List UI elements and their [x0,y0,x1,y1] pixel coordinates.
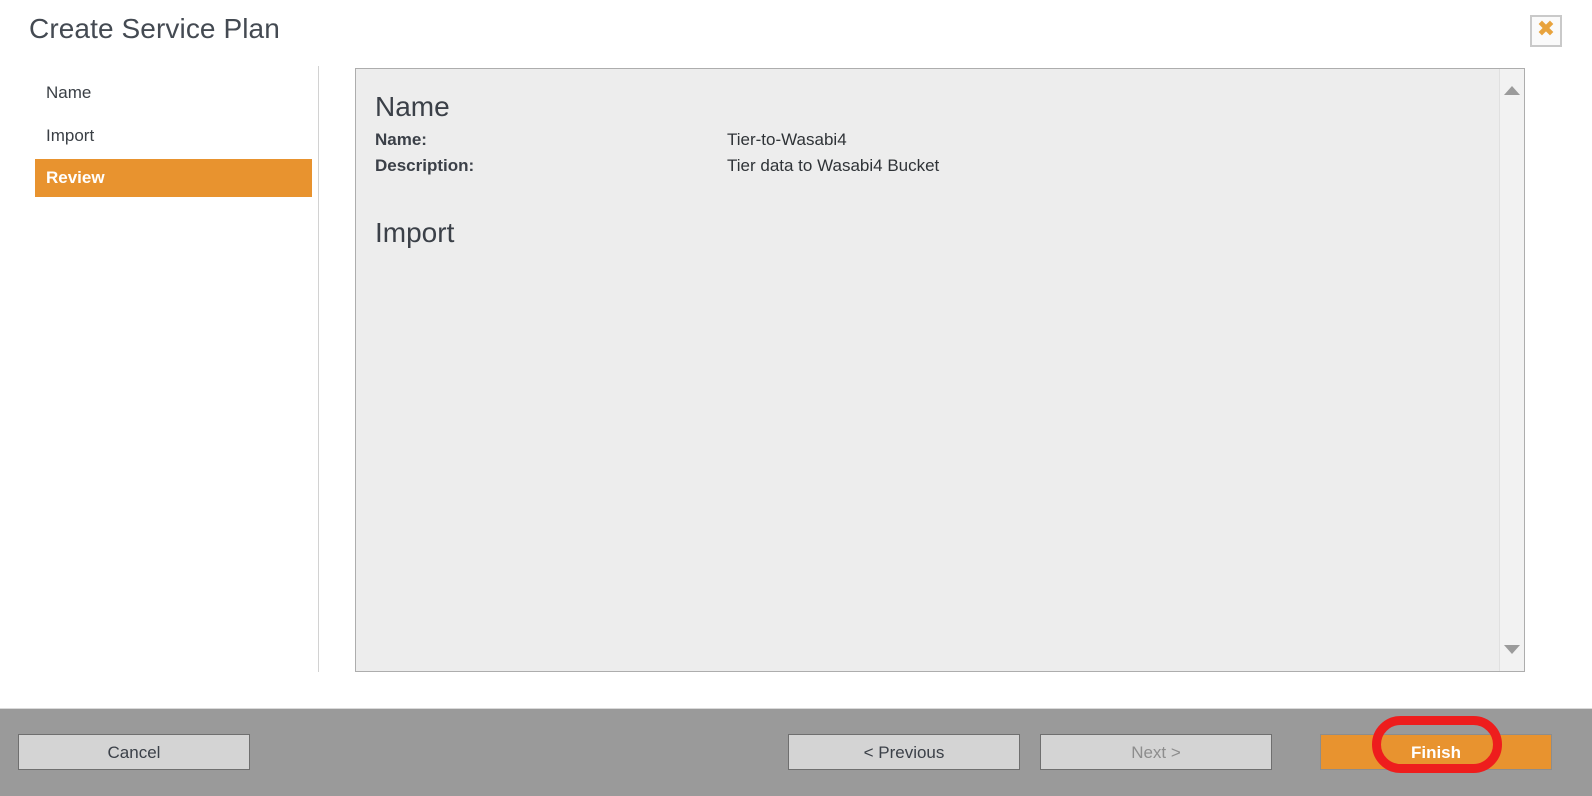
step-label: Name [46,83,92,102]
finish-button[interactable]: Finish [1320,734,1552,770]
step-label: Import [46,126,95,145]
wizard-step-list: Name Import Review [0,66,318,672]
dialog-footer: Cancel < Previous Next > Finish [0,708,1592,796]
cancel-button[interactable]: Cancel [18,734,250,770]
step-label: Review [46,168,105,187]
field-row-description: Description: Tier data to Wasabi4 Bucket [375,153,1499,179]
sidebar-item-import[interactable]: Import [35,117,312,155]
scroll-up-arrow-icon[interactable] [1504,86,1520,95]
field-value: Tier-to-Wasabi4 [727,130,847,150]
scroll-down-arrow-icon[interactable] [1504,645,1520,654]
dialog-titlebar: Create Service Plan ✖ [0,0,1592,62]
panel-scrollbar[interactable] [1499,69,1524,671]
section-heading-name: Name [375,91,450,122]
close-icon: ✖ [1536,17,1556,42]
field-label: Name: [375,130,427,150]
next-button: Next > [1040,734,1272,770]
sidebar-item-name[interactable]: Name [35,74,312,112]
field-label: Description: [375,156,475,176]
field-value: Tier data to Wasabi4 Bucket [727,156,940,176]
close-button[interactable]: ✖ [1530,15,1562,47]
review-summary-panel: Name Name: Tier-to-Wasabi4 Description: … [355,68,1525,672]
field-row-name: Name: Tier-to-Wasabi4 [375,127,1499,153]
nav-content-divider [318,66,319,672]
page-title: Create Service Plan [29,13,280,44]
review-summary-content: Name Name: Tier-to-Wasabi4 Description: … [356,69,1499,671]
previous-button[interactable]: < Previous [788,734,1020,770]
section-heading-import: Import [375,217,455,249]
create-service-plan-dialog: Create Service Plan ✖ Name Import Review… [0,0,1592,796]
sidebar-item-review[interactable]: Review [35,159,312,197]
